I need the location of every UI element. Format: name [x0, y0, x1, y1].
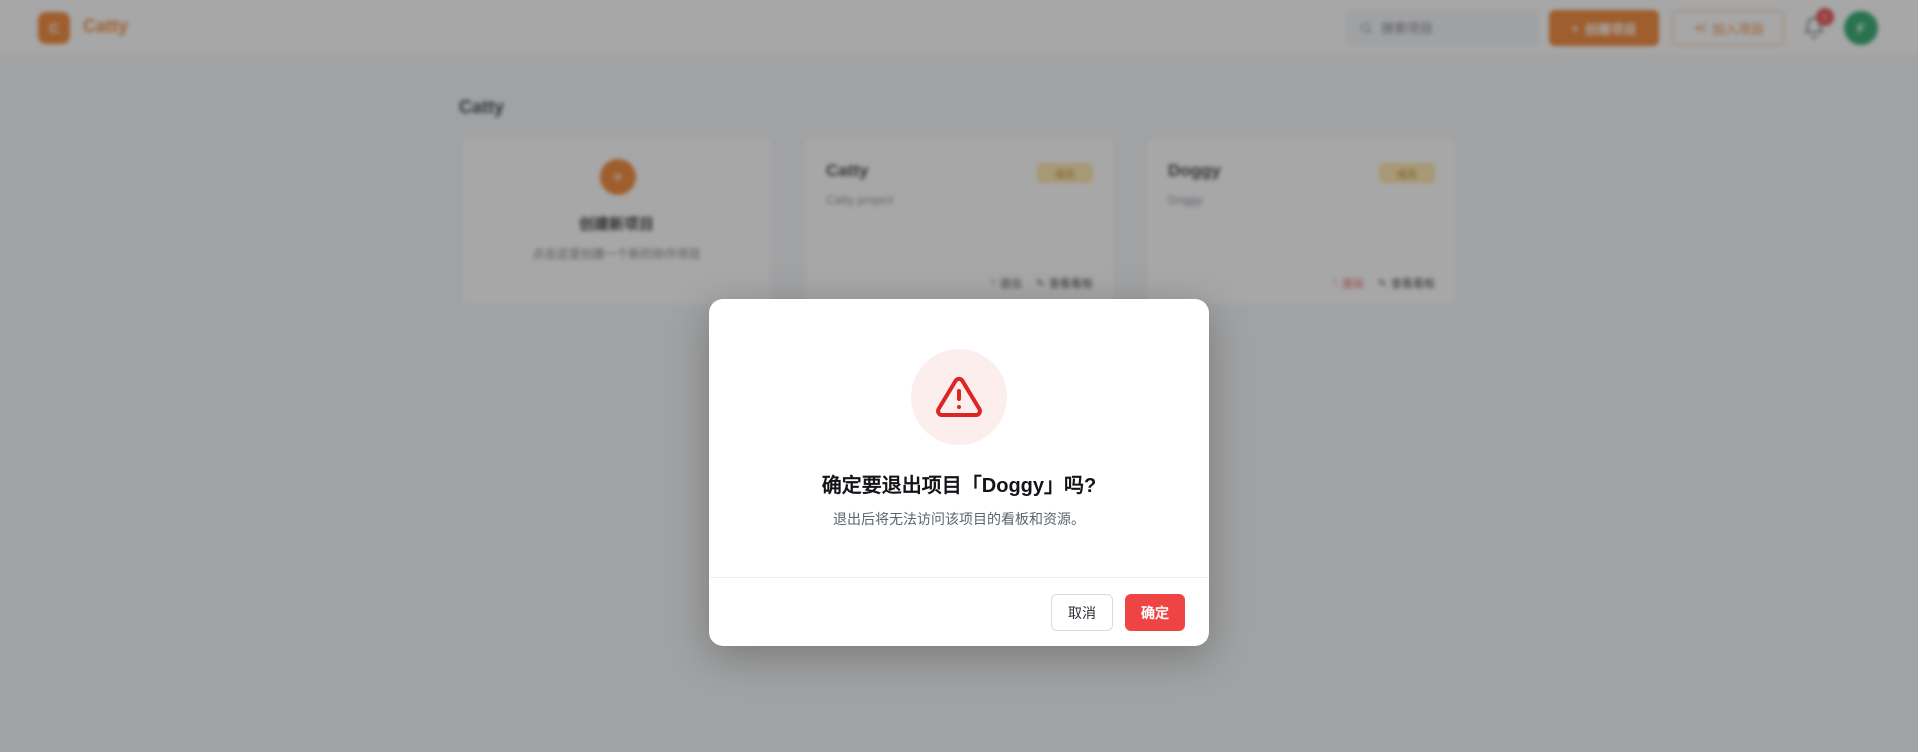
- app-root: C Catty + 创建项目 加入项目 1 F Catty + 创建新项目 点击: [0, 0, 1918, 752]
- warning-icon-container: [911, 349, 1007, 445]
- confirm-dialog: 确定要退出项目「Doggy」吗? 退出后将无法访问该项目的看板和资源。 取消 确…: [709, 299, 1209, 646]
- confirm-button[interactable]: 确定: [1125, 594, 1185, 631]
- dialog-title: 确定要退出项目「Doggy」吗?: [821, 475, 1097, 497]
- dialog-divider: [709, 577, 1209, 578]
- dialog-description: 退出后将无法访问该项目的看板和资源。: [833, 511, 1085, 527]
- warning-triangle-icon: [936, 376, 982, 417]
- cancel-button[interactable]: 取消: [1051, 594, 1113, 631]
